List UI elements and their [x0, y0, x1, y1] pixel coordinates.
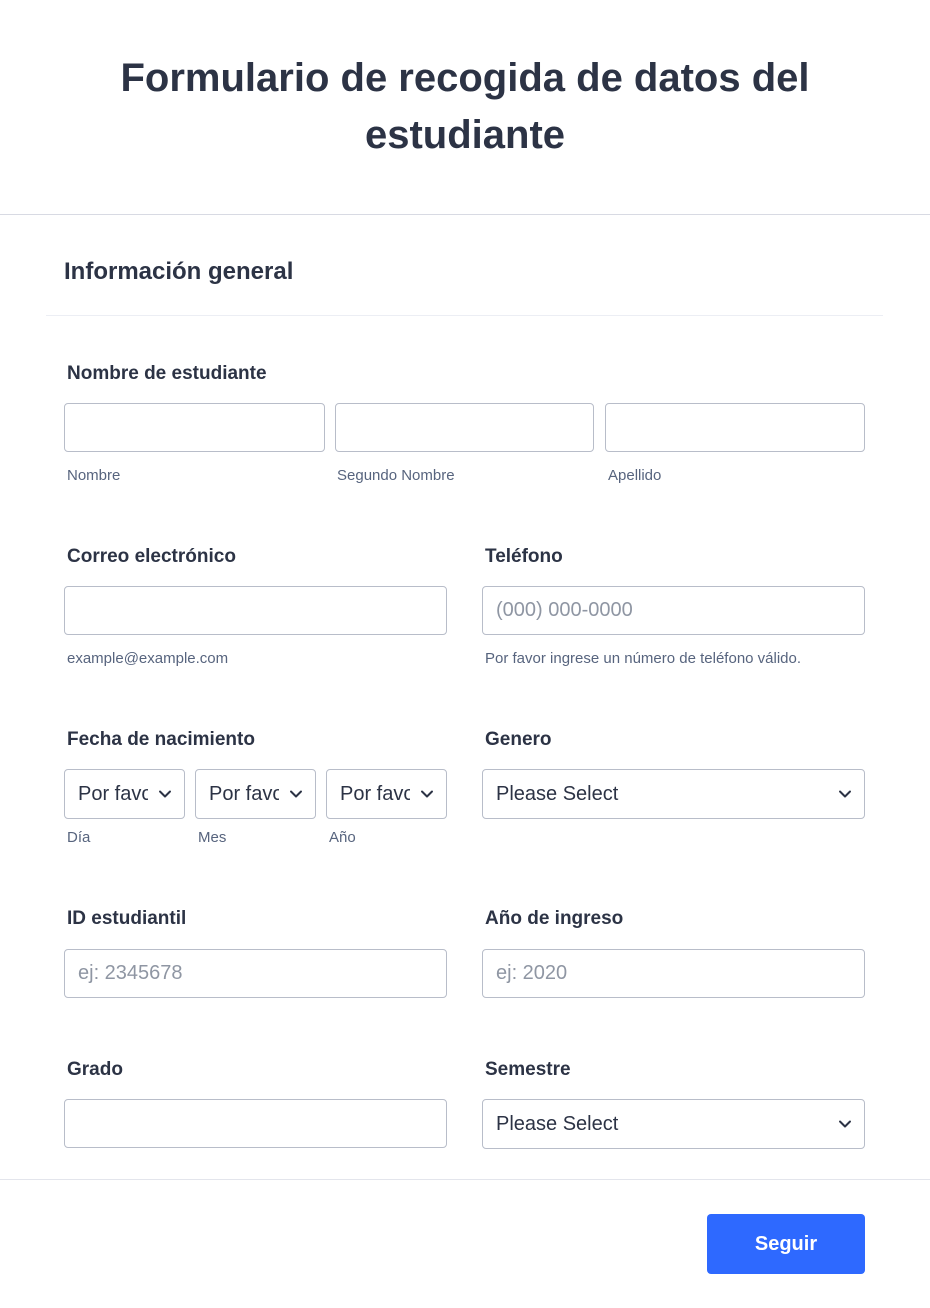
- chevron-down-icon: [421, 790, 433, 798]
- grade-input[interactable]: [64, 1099, 447, 1148]
- last-name-input[interactable]: [605, 403, 865, 452]
- chevron-down-icon: [839, 790, 851, 798]
- year-select[interactable]: Por favor: [326, 769, 447, 819]
- semester-select[interactable]: Please Select: [482, 1099, 865, 1149]
- semester-label: Semestre: [485, 1059, 571, 1080]
- chevron-down-icon: [290, 790, 302, 798]
- year-sublabel: Año: [329, 829, 356, 846]
- year-select-value: Por favor: [340, 783, 410, 805]
- chevron-down-icon: [159, 790, 171, 798]
- birth-date-label: Fecha de nacimiento: [67, 729, 255, 750]
- form-title: Formulario de recogida de datos del estu…: [120, 56, 810, 157]
- first-name-input[interactable]: [64, 403, 325, 452]
- day-sublabel: Día: [67, 829, 91, 846]
- student-name-label: Nombre de estudiante: [67, 363, 267, 384]
- footer-divider: [0, 1179, 930, 1180]
- middle-name-sublabel: Segundo Nombre: [337, 467, 455, 484]
- semester-select-value: Please Select: [496, 1113, 619, 1135]
- phone-input[interactable]: (000) 000-0000: [482, 586, 865, 635]
- gender-select-value: Please Select: [496, 783, 619, 805]
- student-id-input[interactable]: ej: 2345678: [64, 949, 447, 998]
- email-sublabel: example@example.com: [67, 650, 229, 667]
- section-title: Información general: [64, 258, 294, 285]
- next-button[interactable]: Seguir: [707, 1214, 865, 1274]
- email-field[interactable]: [64, 586, 447, 635]
- phone-label: Teléfono: [485, 546, 563, 567]
- chevron-down-icon: [839, 1120, 851, 1128]
- gender-select[interactable]: Please Select: [482, 769, 865, 819]
- month-sublabel: Mes: [198, 829, 227, 846]
- entry-year-label: Año de ingreso: [485, 908, 624, 929]
- last-name-sublabel: Apellido: [608, 467, 662, 484]
- form-header: Formulario de recogida de datos del estu…: [0, 0, 930, 215]
- month-select[interactable]: Por favor: [195, 769, 316, 819]
- student-id-label: ID estudiantil: [67, 908, 187, 929]
- entry-year-input[interactable]: ej: 2020: [482, 949, 865, 998]
- first-name-sublabel: Nombre: [67, 467, 121, 484]
- gender-label: Genero: [485, 729, 552, 750]
- section-divider: [46, 315, 883, 316]
- email-label: Correo electrónico: [67, 546, 236, 567]
- day-select[interactable]: Por favor: [64, 769, 185, 819]
- day-select-value: Por favor: [78, 783, 148, 805]
- grade-label: Grado: [67, 1059, 123, 1080]
- month-select-value: Por favor: [209, 783, 279, 805]
- middle-name-input[interactable]: [335, 403, 594, 452]
- phone-sublabel: Por favor ingrese un número de teléfono …: [485, 650, 802, 667]
